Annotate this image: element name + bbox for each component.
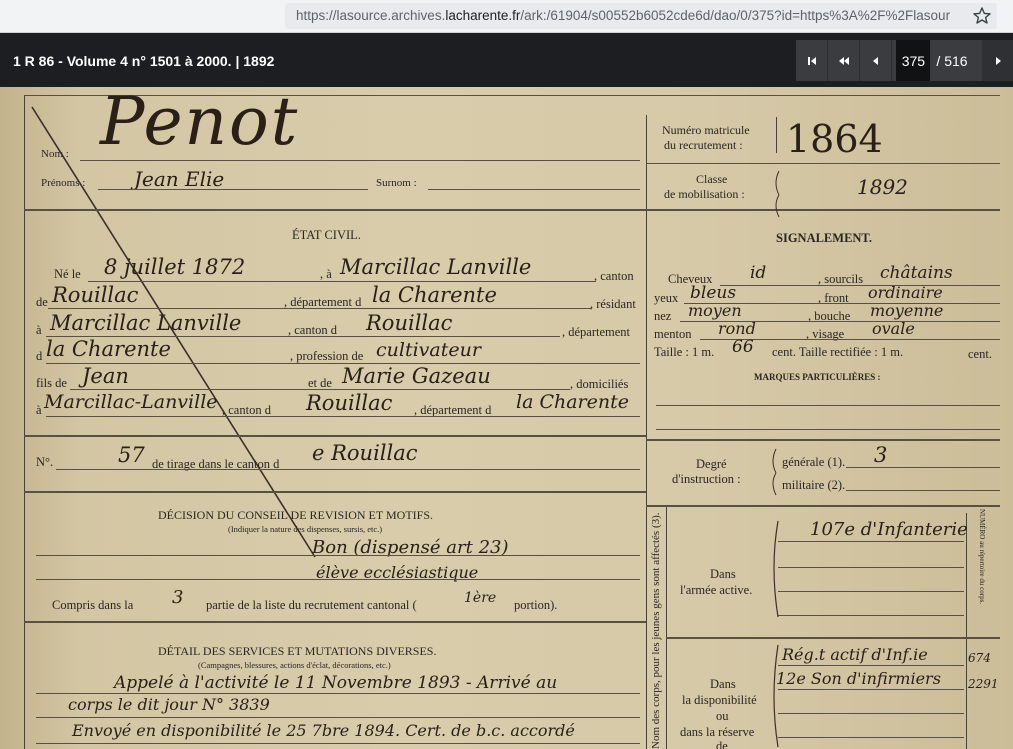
next-button[interactable] bbox=[982, 40, 1013, 81]
star-icon[interactable] bbox=[972, 6, 992, 26]
rewind-icon bbox=[838, 56, 849, 65]
document-title: 1 R 86 - Volume 4 n° 1501 à 2000. | 1892 bbox=[13, 53, 275, 69]
page-total: / 516 bbox=[936, 52, 968, 69]
browser-toolbar: https://lasource.archives.lacharente.fr/… bbox=[0, 0, 1013, 33]
first-page-icon bbox=[807, 56, 816, 65]
previous-button[interactable] bbox=[860, 40, 892, 81]
document-viewport[interactable]: Nom : Penot Prénoms : Jean Elie Surnom :… bbox=[0, 87, 1013, 749]
register-page: Nom : Penot Prénoms : Jean Elie Surnom :… bbox=[0, 87, 1013, 749]
address-bar[interactable]: https://lasource.archives.lacharente.fr/… bbox=[285, 3, 997, 29]
viewer-header: 1 R 86 - Volume 4 n° 1501 à 2000. | 1892… bbox=[0, 34, 1013, 87]
pagination: / 516 bbox=[796, 40, 1013, 81]
url-text[interactable]: https://lasource.archives.lacharente.fr/… bbox=[296, 8, 950, 23]
page-number-input[interactable] bbox=[896, 40, 931, 81]
viewer-window: https://lasource.archives.lacharente.fr/… bbox=[0, 0, 1013, 749]
rewind-button[interactable] bbox=[828, 40, 860, 81]
next-icon bbox=[995, 56, 1001, 65]
previous-icon bbox=[872, 56, 878, 65]
first-page-button[interactable] bbox=[796, 40, 828, 81]
brace-marks bbox=[772, 170, 780, 748]
page-indicator: / 516 bbox=[892, 40, 982, 81]
